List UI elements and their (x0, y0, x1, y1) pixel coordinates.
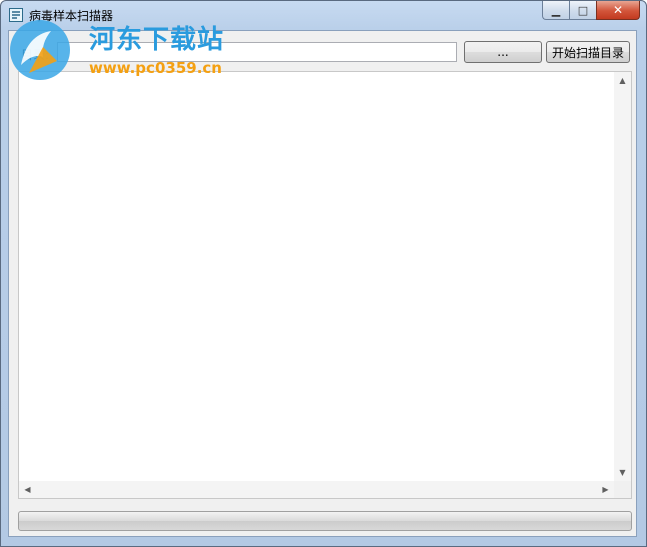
vertical-scrollbar[interactable]: ▲ ▼ (614, 72, 631, 481)
scroll-down-icon[interactable]: ▼ (614, 464, 631, 481)
minimize-icon: ▁ (551, 3, 561, 17)
app-scanner-icon (9, 8, 23, 22)
scan-results-textarea[interactable]: ▲ ▼ ◀ ▶ (18, 71, 632, 499)
directory-label: 目录: (21, 48, 50, 62)
scroll-right-icon[interactable]: ▶ (597, 481, 614, 498)
title-bar[interactable]: 病毒样本扫描器 ▁ □ ✕ (1, 1, 646, 29)
main-window: 病毒样本扫描器 ▁ □ ✕ 目录: ... 开始扫描目录 ▲ ▼ ◀ ▶ 河东下… (0, 0, 647, 547)
start-scan-button[interactable]: 开始扫描目录 (546, 41, 630, 63)
scroll-up-icon[interactable]: ▲ (614, 72, 631, 89)
browse-button[interactable]: ... (464, 41, 542, 63)
minimize-button[interactable]: ▁ (542, 1, 569, 20)
close-icon: ✕ (612, 3, 624, 17)
close-button[interactable]: ✕ (596, 1, 640, 20)
maximize-icon: □ (577, 3, 589, 17)
client-area: 目录: ... 开始扫描目录 ▲ ▼ ◀ ▶ (8, 30, 637, 537)
scrollbar-corner (614, 481, 631, 498)
maximize-button[interactable]: □ (569, 1, 596, 20)
horizontal-scrollbar[interactable]: ◀ ▶ (19, 481, 614, 498)
caption-buttons: ▁ □ ✕ (542, 1, 640, 21)
scan-progress-bar (18, 511, 632, 531)
window-title: 病毒样本扫描器 (29, 9, 114, 23)
scroll-left-icon[interactable]: ◀ (19, 481, 36, 498)
directory-input[interactable] (57, 42, 457, 62)
